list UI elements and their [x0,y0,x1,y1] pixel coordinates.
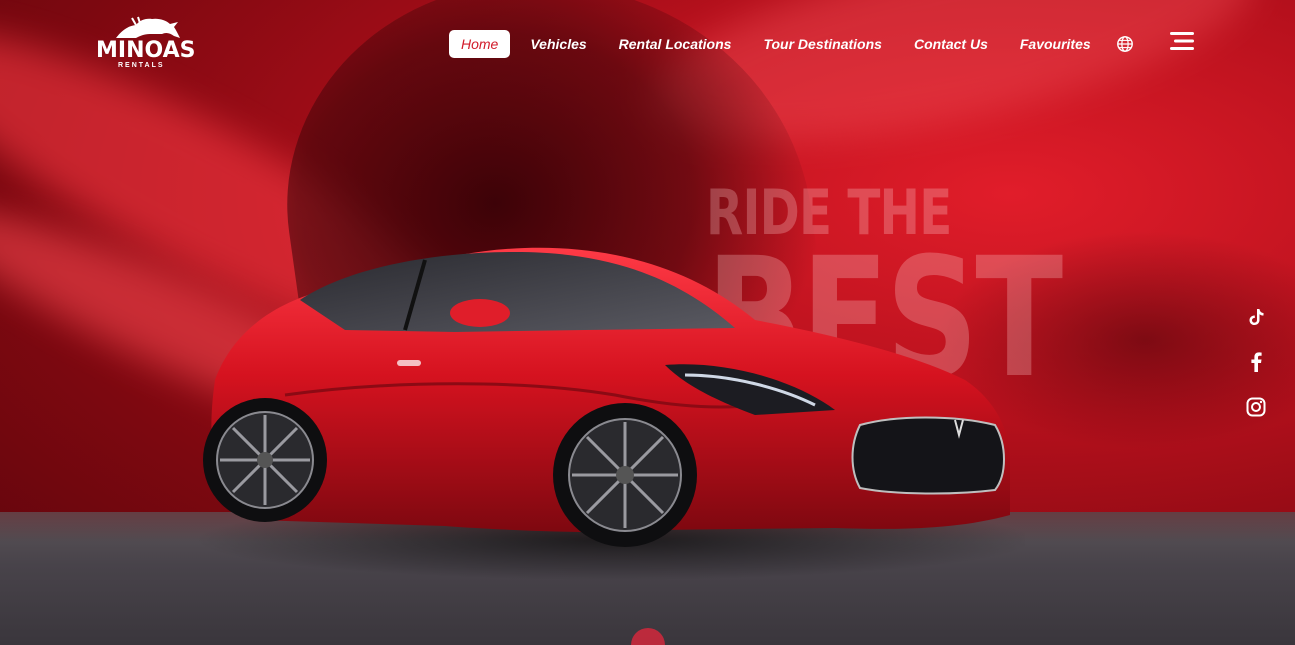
hamburger-menu-icon[interactable] [1170,31,1194,51]
nav-home[interactable]: Home [449,29,511,58]
nav-favourites[interactable]: Favourites [1008,30,1103,58]
nav-contact-us[interactable]: Contact Us [902,30,1000,58]
car-image [195,247,1025,580]
brand-subtitle: RENTALS [118,62,165,69]
globe-icon[interactable] [1116,35,1134,53]
social-links [1244,305,1268,440]
hero-section: RIDE THE BEST MINOAS RENTALS Home Vehicl… [0,0,1295,645]
brand-name: MINOAS [96,38,196,63]
bull-logo-icon [116,16,180,38]
nav-vehicles[interactable]: Vehicles [518,30,598,58]
brand-logo[interactable]: MINOAS RENTALS [96,16,206,72]
facebook-icon[interactable] [1244,350,1268,374]
nav-tour-destinations[interactable]: Tour Destinations [751,30,894,58]
nav-rental-locations[interactable]: Rental Locations [607,30,744,58]
main-navigation: Home Vehicles Rental Locations Tour Dest… [449,29,1111,58]
tiktok-icon[interactable] [1244,305,1268,329]
instagram-icon[interactable] [1244,395,1268,419]
